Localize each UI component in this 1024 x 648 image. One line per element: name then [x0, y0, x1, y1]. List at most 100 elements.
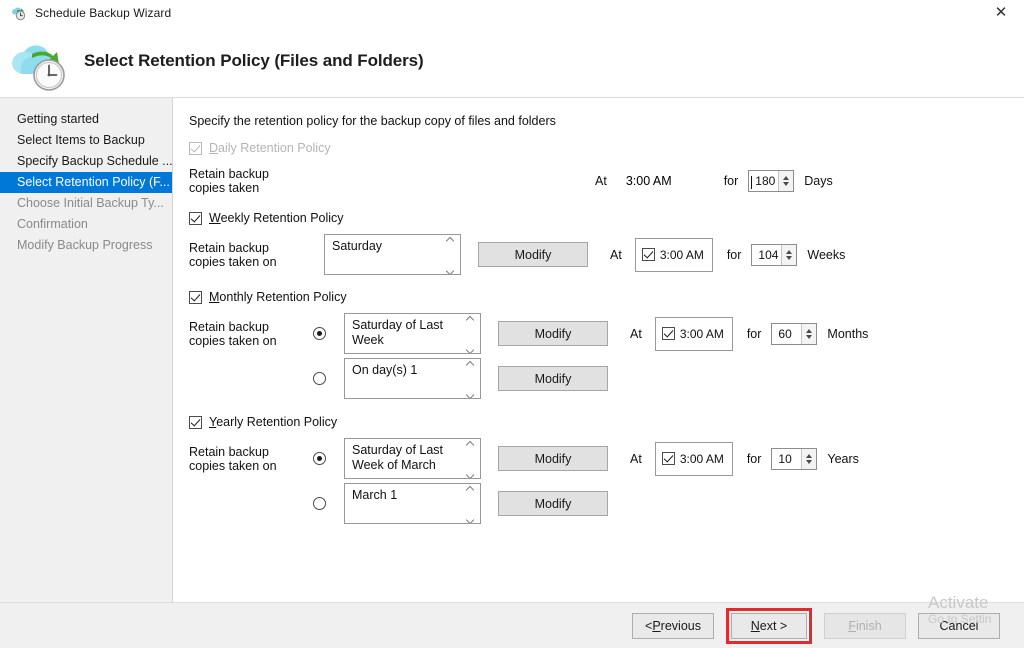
- monthly-for-label: for: [746, 326, 762, 341]
- monthly-option-a-modify-button[interactable]: Modify: [498, 321, 608, 346]
- yearly-option-a-listbox[interactable]: Saturday of Last Week of March: [344, 438, 481, 479]
- chevron-down-icon[interactable]: [467, 471, 474, 478]
- sidebar-item-retention-policy[interactable]: Select Retention Policy (F...: [0, 172, 172, 193]
- spinner-down-icon[interactable]: [806, 334, 813, 339]
- yearly-option-a-value: Saturday of Last Week of March: [352, 443, 444, 472]
- cancel-button[interactable]: Cancel: [918, 612, 1000, 639]
- sidebar-item-confirmation[interactable]: Confirmation: [0, 214, 172, 235]
- page-title: Select Retention Policy (Files and Folde…: [84, 51, 424, 70]
- daily-retention-policy-header[interactable]: Daily Retention Policy: [189, 141, 1024, 155]
- spinner-down-icon[interactable]: [806, 459, 813, 464]
- weekly-retention-row: Retain backup copies taken on Saturday M…: [189, 234, 1024, 275]
- daily-unit-label: Days: [804, 174, 833, 188]
- yearly-spinner-arrows[interactable]: [801, 448, 817, 469]
- sidebar-item-modify-progress[interactable]: Modify Backup Progress: [0, 235, 172, 256]
- next-button-highlight: Next >: [726, 607, 812, 644]
- chevron-up-icon[interactable]: [467, 316, 474, 323]
- yearly-time-checkbox[interactable]: [661, 452, 675, 465]
- wizard-sidebar: Getting started Select Items to Backup S…: [0, 98, 173, 648]
- yearly-duration-spinner[interactable]: 10: [771, 447, 818, 470]
- yearly-retention-checkbox[interactable]: [189, 415, 202, 429]
- yearly-option-a-radio[interactable]: [313, 452, 326, 465]
- monthly-retention-checkbox[interactable]: [189, 290, 202, 304]
- weekly-retention-policy-header[interactable]: Weekly Retention Policy: [189, 211, 1024, 225]
- yearly-a-listbox-arrows[interactable]: [464, 441, 477, 478]
- monthly-duration-spinner[interactable]: 60: [771, 322, 818, 345]
- wizard-footer: < Previous Next > Finish Cancel: [0, 602, 1024, 648]
- yearly-time-box[interactable]: 3:00 AM: [654, 441, 733, 476]
- monthly-b-listbox-arrows[interactable]: [464, 361, 477, 398]
- chevron-up-icon[interactable]: [467, 441, 474, 448]
- yearly-retention-row-a: Retain backup copies taken on Saturday o…: [189, 438, 1024, 479]
- weekly-day-listbox[interactable]: Saturday: [324, 234, 461, 275]
- spinner-up-icon[interactable]: [806, 328, 813, 333]
- spinner-up-icon[interactable]: [786, 249, 793, 254]
- monthly-a-listbox-arrows[interactable]: [464, 316, 477, 353]
- weekly-listbox-arrows[interactable]: [444, 237, 457, 274]
- sidebar-item-backup-schedule[interactable]: Specify Backup Schedule ...: [0, 151, 172, 172]
- next-button[interactable]: Next >: [731, 612, 807, 639]
- yearly-retention-policy-header[interactable]: Yearly Retention Policy: [189, 415, 1024, 429]
- chevron-down-icon[interactable]: [467, 516, 474, 523]
- weekly-time-checkbox[interactable]: [641, 248, 655, 261]
- spinner-down-icon[interactable]: [786, 255, 793, 260]
- sidebar-item-getting-started[interactable]: Getting started: [0, 109, 172, 130]
- chevron-up-icon[interactable]: [467, 486, 474, 493]
- yearly-time-value: 3:00 AM: [679, 451, 724, 466]
- monthly-option-b-value: On day(s) 1: [352, 363, 418, 377]
- yearly-b-listbox-arrows[interactable]: [464, 486, 477, 523]
- chevron-down-icon[interactable]: [467, 391, 474, 398]
- monthly-option-a-radio[interactable]: [313, 327, 326, 340]
- weekly-time-value: 3:00 AM: [659, 247, 704, 262]
- chevron-up-icon[interactable]: [467, 361, 474, 368]
- spinner-up-icon[interactable]: [783, 176, 790, 180]
- weekly-time-box[interactable]: 3:00 AM: [634, 237, 713, 272]
- daily-retain-label: Retain backup copies taken: [189, 167, 269, 195]
- weekly-retention-checkbox[interactable]: [189, 211, 202, 225]
- yearly-retention-label: Yearly Retention Policy: [209, 415, 338, 429]
- monthly-spinner-arrows[interactable]: [801, 323, 817, 344]
- yearly-unit-label: Years: [827, 451, 859, 466]
- content-pane: Specify the retention policy for the bac…: [173, 98, 1024, 648]
- weekly-spinner-arrows[interactable]: [781, 244, 797, 265]
- backup-clock-icon: [11, 5, 27, 21]
- yearly-option-b-modify-button[interactable]: Modify: [498, 491, 608, 516]
- monthly-option-b-modify-button[interactable]: Modify: [498, 366, 608, 391]
- yearly-option-b-listbox[interactable]: March 1: [344, 483, 481, 524]
- daily-retention-checkbox[interactable]: [189, 141, 202, 155]
- monthly-option-a-listbox[interactable]: Saturday of Last Week: [344, 313, 481, 354]
- daily-duration-spinner[interactable]: 180: [748, 170, 795, 192]
- chevron-down-icon[interactable]: [467, 346, 474, 353]
- daily-at-label: At: [595, 174, 607, 188]
- chevron-down-icon[interactable]: [447, 267, 454, 274]
- chevron-up-icon[interactable]: [447, 237, 454, 244]
- weekly-for-label: for: [726, 247, 742, 262]
- monthly-unit-label: Months: [827, 326, 869, 341]
- sidebar-item-initial-backup-type[interactable]: Choose Initial Backup Ty...: [0, 193, 172, 214]
- previous-button[interactable]: < Previous: [632, 612, 714, 639]
- yearly-for-label: for: [746, 451, 762, 466]
- weekly-duration-value: 104: [758, 247, 779, 262]
- sidebar-item-select-items[interactable]: Select Items to Backup: [0, 130, 172, 151]
- weekly-duration-spinner[interactable]: 104: [751, 243, 798, 266]
- monthly-retention-policy-header[interactable]: Monthly Retention Policy: [189, 290, 1024, 304]
- weekly-modify-button[interactable]: Modify: [478, 242, 588, 267]
- weekly-retention-label: Weekly Retention Policy: [209, 211, 344, 225]
- monthly-time-box[interactable]: 3:00 AM: [654, 316, 733, 351]
- cloud-backup-clock-icon: [6, 30, 76, 92]
- spinner-up-icon[interactable]: [806, 453, 813, 458]
- yearly-option-a-modify-button[interactable]: Modify: [498, 446, 608, 471]
- daily-spinner-arrows[interactable]: [778, 171, 794, 191]
- window-title: Schedule Backup Wizard: [35, 5, 172, 20]
- spinner-down-icon[interactable]: [783, 182, 790, 186]
- monthly-retain-label: Retain backup copies taken on: [189, 319, 277, 348]
- monthly-time-checkbox[interactable]: [661, 327, 675, 340]
- body-container: Getting started Select Items to Backup S…: [0, 97, 1024, 648]
- close-icon[interactable]: ✕: [978, 0, 1024, 25]
- finish-button: Finish: [824, 612, 906, 639]
- yearly-option-b-radio[interactable]: [313, 497, 326, 510]
- monthly-at-label: At: [630, 326, 642, 341]
- monthly-option-b-listbox[interactable]: On day(s) 1: [344, 358, 481, 399]
- yearly-retention-row-b: March 1 Modify: [189, 483, 1024, 524]
- monthly-option-b-radio[interactable]: [313, 372, 326, 385]
